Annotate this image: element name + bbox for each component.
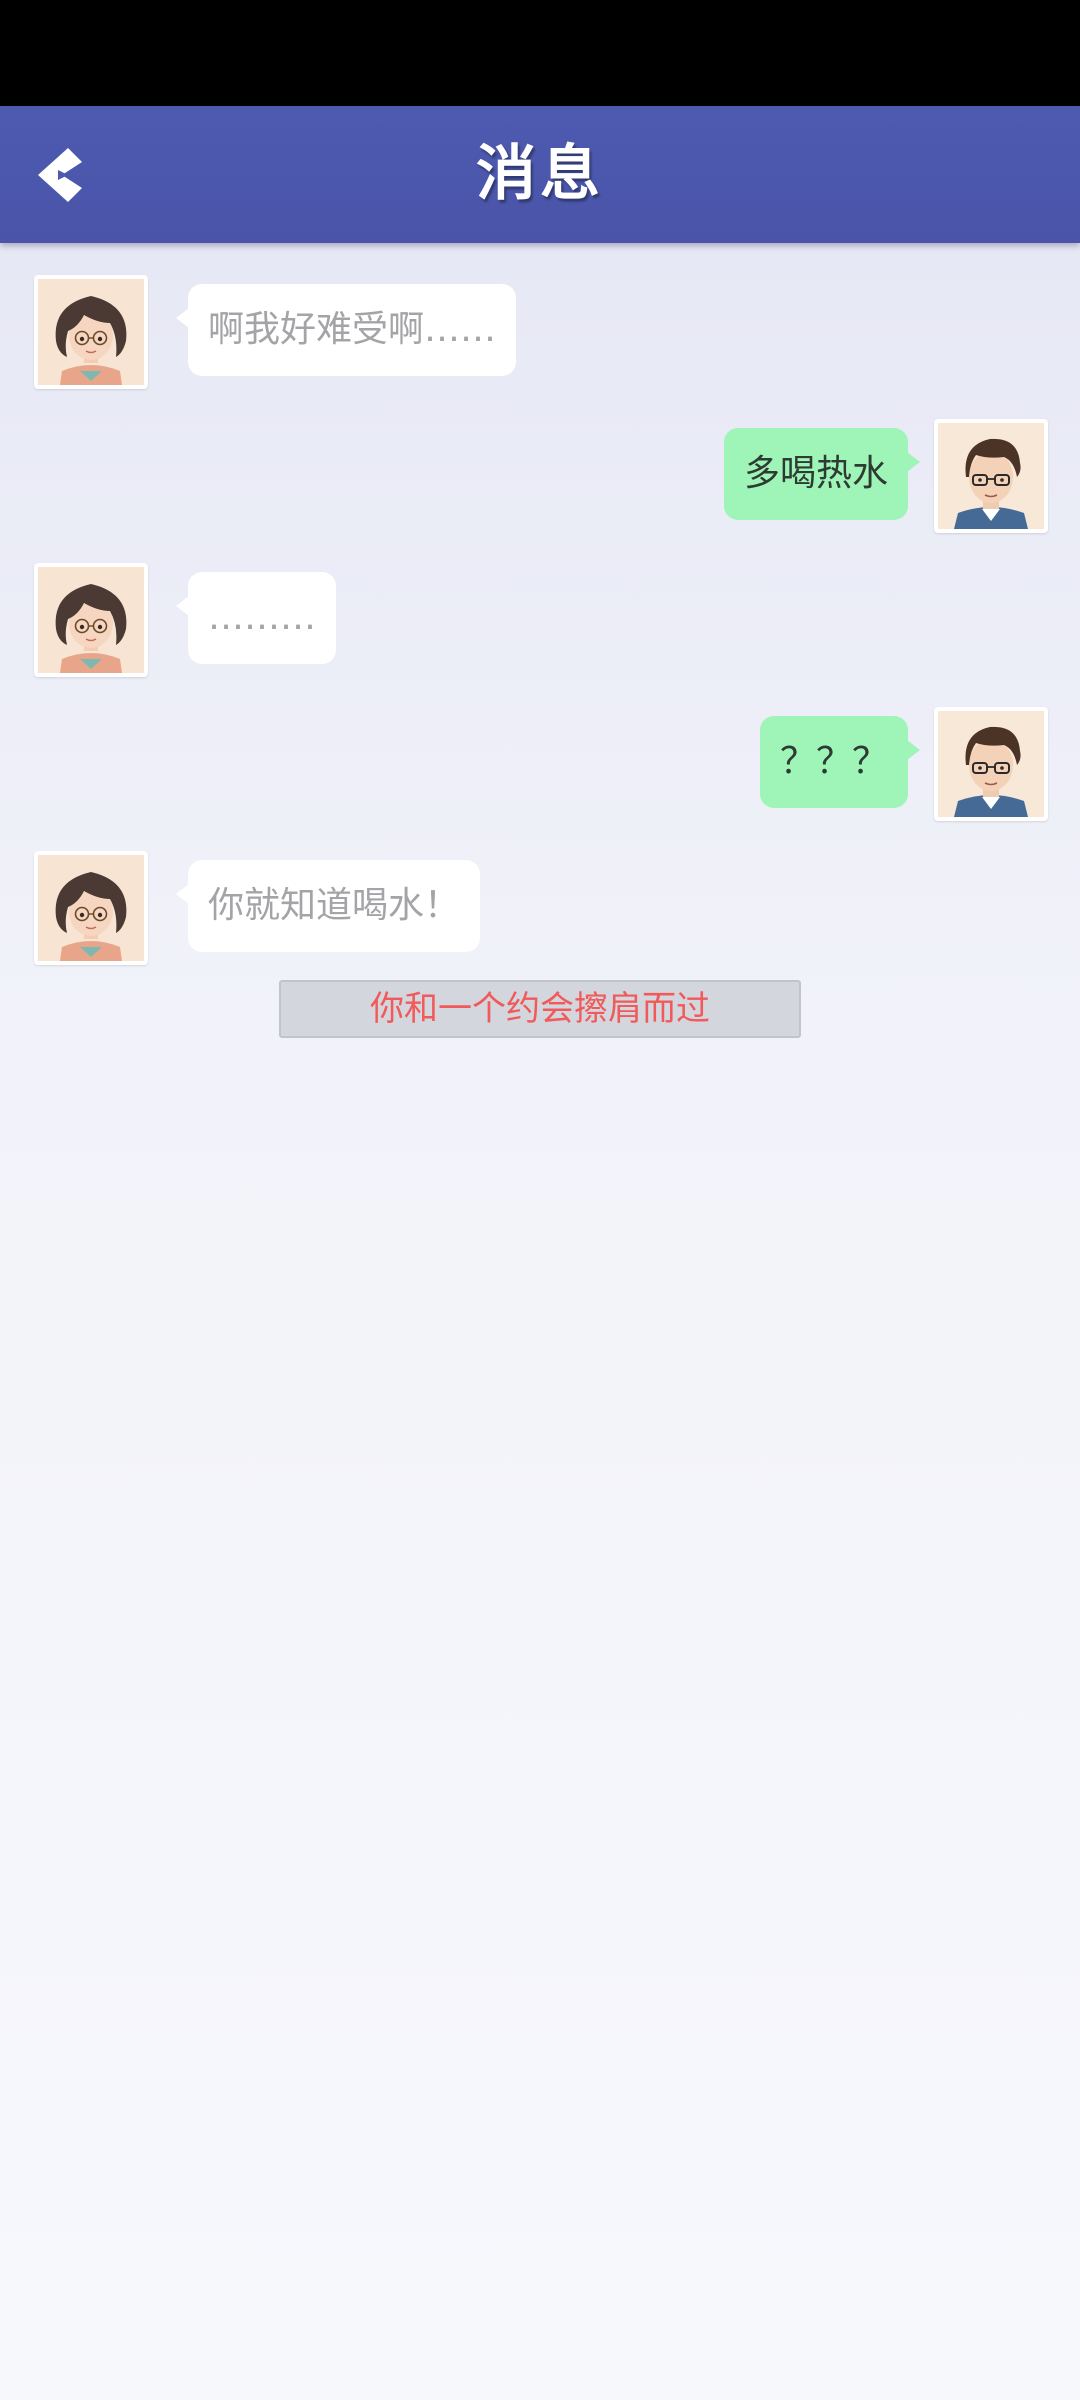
girl-avatar-icon bbox=[38, 279, 144, 385]
avatar[interactable] bbox=[934, 707, 1048, 821]
status-bar bbox=[0, 0, 1080, 106]
avatar[interactable] bbox=[34, 275, 148, 389]
message-bubble-received[interactable]: 你就知道喝水！ bbox=[175, 860, 481, 952]
app-header: 消息 bbox=[0, 106, 1080, 243]
boy-avatar-icon bbox=[938, 711, 1044, 817]
girl-avatar-icon bbox=[38, 855, 144, 961]
girl-avatar-icon bbox=[38, 567, 144, 673]
avatar[interactable] bbox=[934, 419, 1048, 533]
message-row: 啊我好难受啊…… bbox=[0, 275, 1080, 391]
message-bubble-received[interactable]: ……… bbox=[176, 572, 336, 664]
avatar[interactable] bbox=[34, 563, 148, 677]
avatar[interactable] bbox=[34, 851, 148, 965]
message-bubble-sent[interactable]: 多喝热水 bbox=[723, 428, 921, 520]
message-row: ……… bbox=[0, 563, 1080, 679]
message-row: ？？？ bbox=[0, 707, 1080, 823]
message-bubble-received[interactable]: 啊我好难受啊…… bbox=[175, 284, 517, 376]
page-title: 消息 bbox=[476, 139, 604, 209]
message-row: 多喝热水 bbox=[0, 419, 1080, 535]
message-bubble-sent[interactable]: ？？？ bbox=[759, 716, 921, 808]
message-row: 你就知道喝水！ bbox=[0, 851, 1080, 967]
boy-avatar-icon bbox=[938, 423, 1044, 529]
system-notice: 你和一个约会擦肩而过 bbox=[279, 980, 801, 1038]
